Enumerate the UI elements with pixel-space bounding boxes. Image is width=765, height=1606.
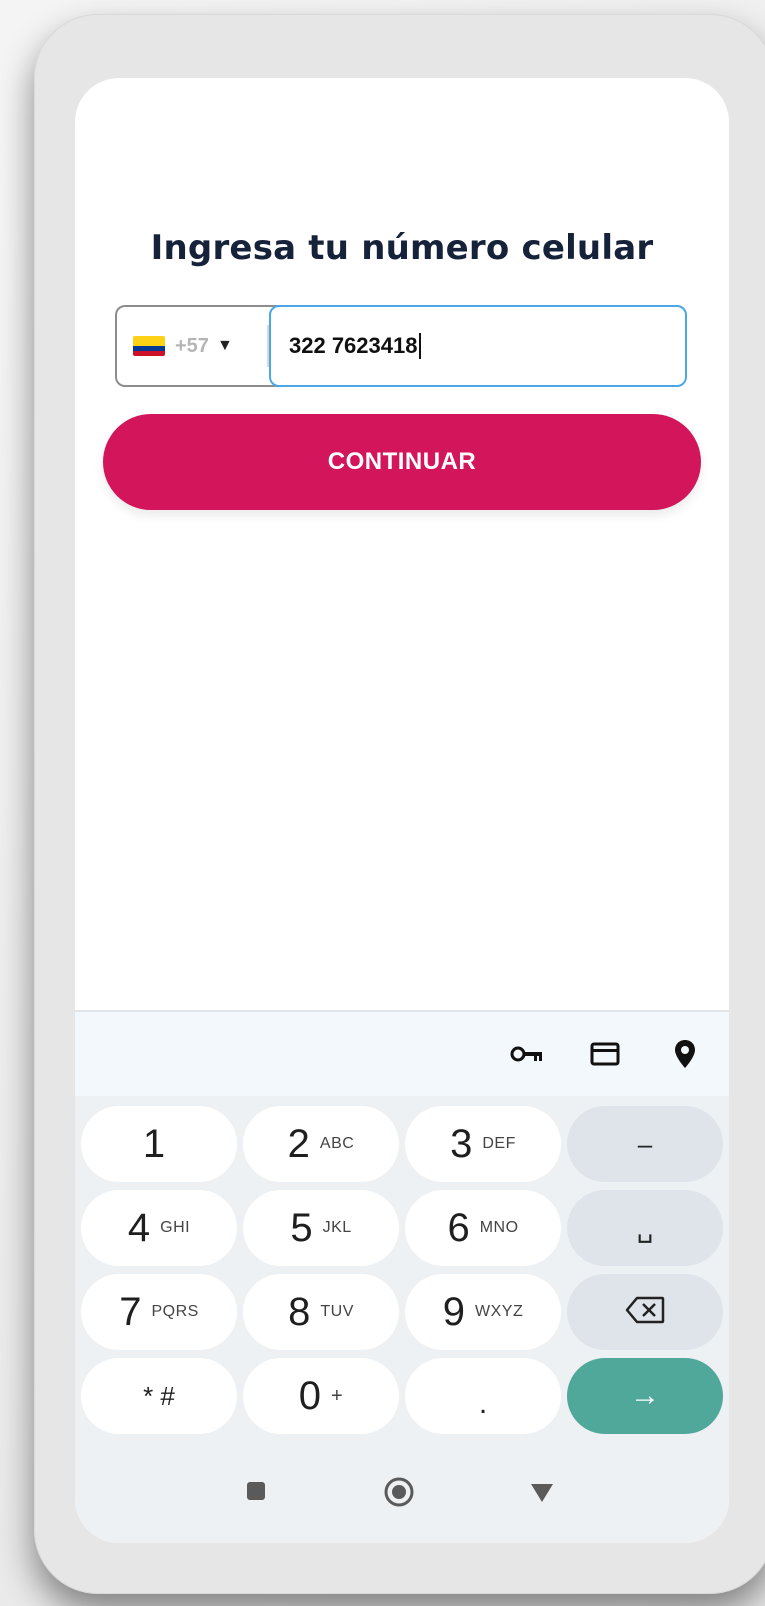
keyboard-suggestion-bar bbox=[75, 1012, 729, 1096]
location-pin-icon[interactable] bbox=[667, 1036, 703, 1072]
phone-number-value: 322 7623418 bbox=[289, 333, 418, 358]
numeric-keyboard: 1 2 ABC 3 DEF – 4 GHI 5 JKL 6 MNO ␣ 7 PQ… bbox=[75, 1010, 729, 1543]
backspace-key[interactable] bbox=[567, 1274, 723, 1350]
dropdown-caret-icon: ▼ bbox=[216, 337, 233, 354]
continue-button[interactable]: CONTINUAR bbox=[103, 414, 701, 510]
key-8[interactable]: 8 TUV bbox=[243, 1274, 399, 1350]
key-6[interactable]: 6 MNO bbox=[405, 1190, 561, 1266]
key-4[interactable]: 4 GHI bbox=[81, 1190, 237, 1266]
backspace-icon bbox=[625, 1296, 665, 1329]
key-9[interactable]: 9 WXYZ bbox=[405, 1274, 561, 1350]
country-code-label: +57 bbox=[175, 334, 209, 357]
key-0[interactable]: 0 + bbox=[243, 1358, 399, 1434]
phone-input-row: +57 ▼ 322 7623418 bbox=[115, 305, 687, 387]
phone-number-input[interactable]: 322 7623418 bbox=[269, 305, 687, 387]
recents-square-icon[interactable] bbox=[245, 1480, 267, 1507]
page-title: Ingresa tu número celular bbox=[150, 228, 654, 268]
key-star-hash[interactable]: * # bbox=[81, 1358, 237, 1434]
arrow-right-icon: → bbox=[630, 1379, 660, 1412]
key-3[interactable]: 3 DEF bbox=[405, 1106, 561, 1182]
key-period[interactable]: . bbox=[405, 1358, 561, 1434]
back-triangle-icon[interactable] bbox=[529, 1482, 555, 1509]
credit-card-icon[interactable] bbox=[587, 1036, 623, 1072]
enter-key[interactable]: → bbox=[567, 1358, 723, 1434]
key-2[interactable]: 2 ABC bbox=[243, 1106, 399, 1182]
key-1[interactable]: 1 bbox=[81, 1106, 237, 1182]
text-cursor bbox=[419, 333, 422, 359]
system-nav-bar bbox=[75, 1450, 729, 1543]
key-dash[interactable]: – bbox=[567, 1106, 723, 1182]
home-circle-icon[interactable] bbox=[383, 1476, 415, 1513]
key-space[interactable]: ␣ bbox=[567, 1190, 723, 1266]
key-5[interactable]: 5 JKL bbox=[243, 1190, 399, 1266]
key-7[interactable]: 7 PQRS bbox=[81, 1274, 237, 1350]
key-icon[interactable] bbox=[509, 1036, 545, 1072]
colombia-flag-icon bbox=[133, 336, 165, 356]
country-code-selector[interactable]: +57 ▼ bbox=[115, 305, 283, 387]
phone-screen: Ingresa tu número celular +57 ▼ 322 7623… bbox=[75, 78, 729, 1543]
